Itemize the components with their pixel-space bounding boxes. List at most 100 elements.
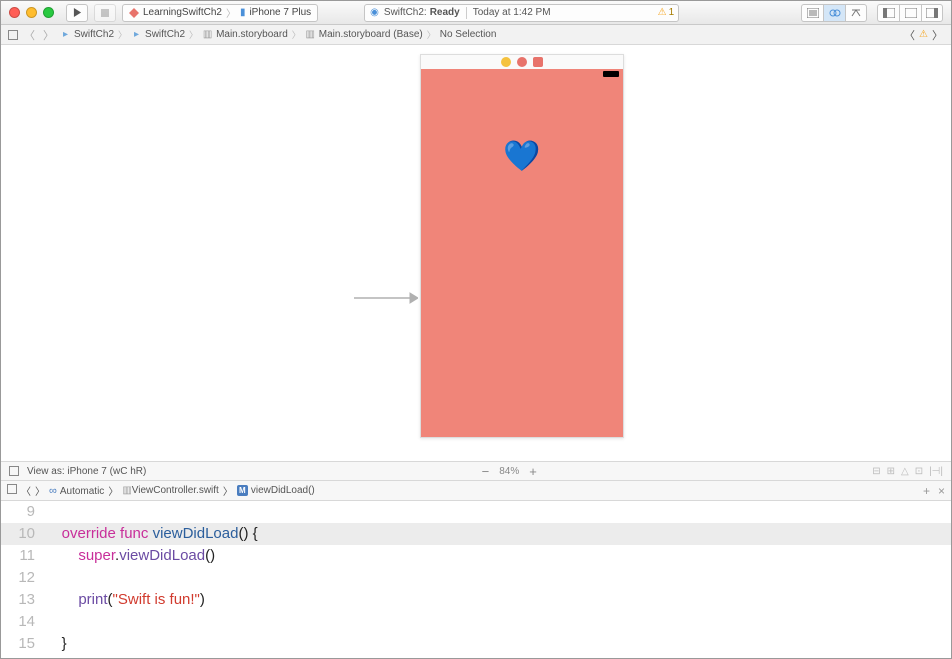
scheme-target-label: LearningSwiftCh2 <box>143 7 222 18</box>
warning-icon: ⚠ <box>919 29 928 40</box>
battery-indicator <box>603 71 619 77</box>
status-time-label: Today at 1:42 PM <box>473 7 551 18</box>
version-editor-button[interactable] <box>845 4 867 22</box>
status-divider <box>466 7 467 19</box>
link-icon: ∞ <box>49 485 57 497</box>
crumb-sep: 〉 <box>292 28 301 41</box>
line-number: 15 <box>1 633 45 655</box>
close-window-button[interactable] <box>9 7 20 18</box>
first-responder-icon[interactable] <box>517 57 527 67</box>
related-items-icon[interactable] <box>7 484 17 497</box>
code-content[interactable] <box>45 567 951 589</box>
crumb-project[interactable]: ▸SwiftCh2 <box>60 29 114 40</box>
view-as-label[interactable]: View as: iPhone 7 (wC hR) <box>27 466 146 477</box>
code-line[interactable]: 14 <box>1 611 951 633</box>
editor-mode-buttons <box>801 4 943 22</box>
zoom-out-button[interactable]: − <box>482 464 490 479</box>
issues-indicator[interactable]: ⚠ 1 <box>658 7 675 18</box>
toggle-utilities-button[interactable] <box>921 4 943 22</box>
file-icon: ▥ <box>305 29 316 40</box>
heart-image-view[interactable]: 💙 <box>503 139 540 174</box>
device-configuration-bar: View as: iPhone 7 (wC hR) − 84% + ⊟ ⊞ △ … <box>1 461 951 481</box>
code-content[interactable]: super.viewDidLoad() <box>45 545 951 567</box>
code-line[interactable]: 9 <box>1 501 951 523</box>
main-toolbar: LearningSwiftCh2 〉 ▮ iPhone 7 Plus ◉ Swi… <box>1 1 951 25</box>
jump-file[interactable]: ▥ViewController.swift <box>122 485 219 496</box>
stop-button[interactable] <box>94 4 116 22</box>
standard-editor-button[interactable] <box>801 4 823 22</box>
code-line[interactable]: 11 super.viewDidLoad() <box>1 545 951 567</box>
zoom-window-button[interactable] <box>43 7 54 18</box>
next-issue-button[interactable]: 〉 <box>930 27 945 43</box>
scene-header[interactable] <box>421 55 623 69</box>
vc-icon[interactable] <box>501 57 511 67</box>
interface-builder-canvas[interactable]: 💙 <box>1 45 951 461</box>
line-number: 10 <box>1 523 45 545</box>
crumb-base[interactable]: ▥Main.storyboard (Base) <box>305 29 423 40</box>
line-number: 12 <box>1 567 45 589</box>
code-line[interactable]: 15 } <box>1 633 951 655</box>
add-assistant-button[interactable]: + <box>923 484 930 498</box>
crumb-storyboard[interactable]: ▥Main.storyboard <box>202 29 288 40</box>
assistant-jump-bar: 〈 〉 ∞Automatic 〉 ▥ViewController.swift 〉… <box>1 481 951 501</box>
code-line[interactable]: 13 print("Swift is fun!") <box>1 589 951 611</box>
close-assistant-button[interactable]: × <box>938 484 945 498</box>
source-editor[interactable]: 910 override func viewDidLoad() {11 supe… <box>1 501 951 655</box>
embed-button[interactable]: ⊡ <box>915 466 923 477</box>
run-button[interactable] <box>66 4 88 22</box>
window-controls <box>9 7 54 18</box>
code-content[interactable]: } <box>45 633 951 655</box>
stack-button[interactable]: |⊣| <box>929 466 943 477</box>
code-content[interactable] <box>45 611 951 633</box>
scheme-device-label: iPhone 7 Plus <box>249 7 311 18</box>
status-project-label: SwiftCh2: <box>384 7 427 18</box>
forward-button[interactable]: 〉 <box>35 483 45 498</box>
toggle-navigator-button[interactable] <box>877 4 899 22</box>
app-icon <box>129 8 139 18</box>
resolve-button[interactable]: △ <box>901 466 909 477</box>
line-number: 11 <box>1 545 45 567</box>
status-state-label: Ready <box>430 7 460 18</box>
scheme-selector[interactable]: LearningSwiftCh2 〉 ▮ iPhone 7 Plus <box>122 4 318 22</box>
back-button[interactable]: 〈 <box>22 27 37 43</box>
crumb-sep: 〉 <box>118 28 127 41</box>
folder-icon: ▸ <box>60 29 71 40</box>
crumb-group[interactable]: ▸SwiftCh2 <box>131 29 185 40</box>
forward-button[interactable]: 〉 <box>41 27 56 43</box>
path-bar: 〈 〉 ▸SwiftCh2 〉 ▸SwiftCh2 〉 ▥Main.storyb… <box>1 25 951 45</box>
code-line[interactable]: 10 override func viewDidLoad() { <box>1 523 951 545</box>
activity-viewer[interactable]: ◉ SwiftCh2: Ready Today at 1:42 PM ⚠ 1 <box>364 4 679 22</box>
line-number: 9 <box>1 501 45 523</box>
view-controller-scene[interactable]: 💙 <box>420 54 624 438</box>
toggle-debug-button[interactable] <box>899 4 921 22</box>
code-content[interactable] <box>45 501 951 523</box>
crumb-selection[interactable]: No Selection <box>440 29 497 40</box>
warning-icon: ⚠ <box>658 7 667 18</box>
pin-button[interactable]: ⊞ <box>887 466 895 477</box>
crumb-sep: 〉 <box>108 483 118 498</box>
swift-file-icon: ▥ <box>122 485 131 496</box>
align-button[interactable]: ⊟ <box>872 466 880 477</box>
jump-mode[interactable]: ∞Automatic <box>49 485 104 497</box>
back-button[interactable]: 〈 <box>21 483 31 498</box>
code-line[interactable]: 12 <box>1 567 951 589</box>
storyboard-icon: ▥ <box>202 29 213 40</box>
line-number: 13 <box>1 589 45 611</box>
outline-toggle-icon[interactable] <box>9 466 19 476</box>
jump-method[interactable]: MviewDidLoad() <box>237 485 315 496</box>
crumb-sep: 〉 <box>427 28 436 41</box>
scheme-separator: 〉 <box>226 5 236 20</box>
minimize-window-button[interactable] <box>26 7 37 18</box>
assistant-editor-button[interactable] <box>823 4 845 22</box>
code-content[interactable]: override func viewDidLoad() { <box>45 523 951 545</box>
root-view[interactable]: 💙 <box>421 69 623 437</box>
project-icon: ◉ <box>370 7 379 18</box>
crumb-sep: 〉 <box>223 483 233 498</box>
exit-icon[interactable] <box>533 57 543 67</box>
folder-icon: ▸ <box>131 29 142 40</box>
device-icon: ▮ <box>240 7 246 18</box>
code-content[interactable]: print("Swift is fun!") <box>45 589 951 611</box>
prev-issue-button[interactable]: 〈 <box>902 27 917 43</box>
zoom-in-button[interactable]: + <box>529 464 537 479</box>
related-items-icon[interactable] <box>7 29 18 40</box>
